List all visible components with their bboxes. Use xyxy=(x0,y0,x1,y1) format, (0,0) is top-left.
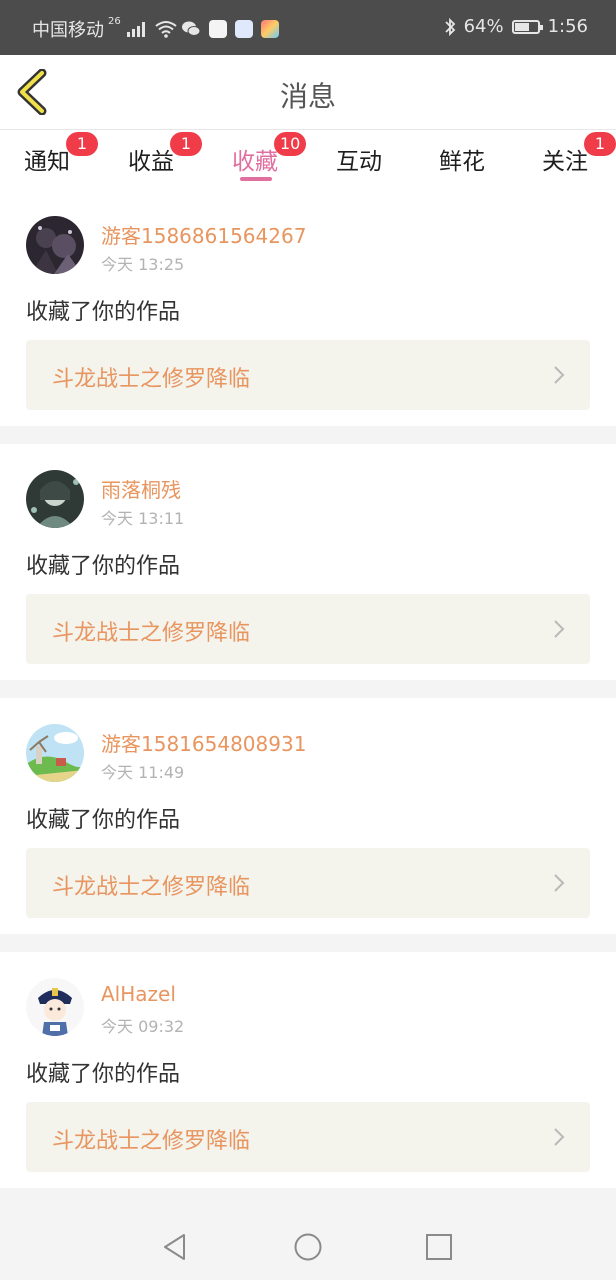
message-time: 今天 11:49 xyxy=(101,763,185,782)
tab-label: 关注 xyxy=(542,149,588,175)
username[interactable]: AlHazel xyxy=(101,982,176,1006)
header-bar: 消息 xyxy=(0,55,616,130)
signal-icon xyxy=(126,21,145,37)
app-notification-icon xyxy=(208,20,227,38)
carrier-label: 中国移动 xyxy=(32,20,104,41)
nav-home-icon[interactable] xyxy=(293,1232,323,1262)
tab-label: 通知 xyxy=(24,149,70,175)
battery-percent: 64% xyxy=(463,16,504,37)
work-link[interactable]: 斗龙战士之修罗降临 xyxy=(26,340,590,410)
message-card: 雨落桐残 今天 13:11 收藏了你的作品 斗龙战士之修罗降临 xyxy=(0,444,616,680)
message-time: 今天 09:32 xyxy=(101,1017,185,1036)
work-link[interactable]: 斗龙战士之修罗降临 xyxy=(26,848,590,918)
tab-label: 鲜花 xyxy=(439,149,485,175)
work-title: 斗龙战士之修罗降临 xyxy=(52,1129,251,1154)
tab-label: 收藏 xyxy=(232,149,278,175)
tab-interactions[interactable]: 互动 xyxy=(336,142,382,176)
unread-badge: 1 xyxy=(170,132,202,156)
user-avatar[interactable] xyxy=(26,724,84,782)
message-time: 今天 13:11 xyxy=(101,509,185,528)
network-type-label: 26 xyxy=(108,15,121,27)
username[interactable]: 游客1586861564267 xyxy=(101,220,306,249)
user-avatar[interactable] xyxy=(26,470,84,528)
unread-badge: 10 xyxy=(274,132,307,156)
username[interactable]: 游客1581654808931 xyxy=(101,728,306,757)
nav-back-icon[interactable] xyxy=(160,1232,190,1262)
active-tab-indicator xyxy=(240,177,272,181)
work-title: 斗龙战士之修罗降临 xyxy=(52,621,251,646)
system-navigation-bar xyxy=(0,1210,616,1280)
user-avatar[interactable] xyxy=(26,978,84,1036)
chevron-right-icon xyxy=(554,620,565,638)
tab-label: 收益 xyxy=(128,149,174,175)
username[interactable]: 雨落桐残 xyxy=(101,474,181,503)
message-tabs: 通知 1 收益 1 收藏 10 互动 鲜花 关注 1 xyxy=(0,130,616,190)
work-link[interactable]: 斗龙战士之修罗降临 xyxy=(26,1102,590,1172)
work-title: 斗龙战士之修罗降临 xyxy=(52,367,251,392)
work-title: 斗龙战士之修罗降临 xyxy=(52,875,251,900)
teal-anime-avatar-icon xyxy=(26,470,84,528)
message-text: 收藏了你的作品 xyxy=(26,1062,181,1087)
status-bar: 中国移动 26 64% 1:56 xyxy=(0,0,616,55)
work-link[interactable]: 斗龙战士之修罗降临 xyxy=(26,594,590,664)
chevron-right-icon xyxy=(554,874,565,892)
wifi-icon xyxy=(155,21,177,38)
message-text: 收藏了你的作品 xyxy=(26,554,181,579)
baidu-icon xyxy=(234,20,253,38)
message-card: AlHazel 今天 09:32 收藏了你的作品 斗龙战士之修罗降临 xyxy=(0,952,616,1188)
message-card: 游客1581654808931 今天 11:49 收藏了你的作品 斗龙战士之修罗… xyxy=(0,698,616,934)
clock: 1:56 xyxy=(547,16,588,37)
battery-icon xyxy=(511,19,543,34)
chevron-right-icon xyxy=(554,1128,565,1146)
message-time: 今天 13:25 xyxy=(101,255,185,274)
chevron-right-icon xyxy=(554,366,565,384)
tab-earnings[interactable]: 收益 1 xyxy=(128,132,202,176)
landscape-avatar-icon xyxy=(26,724,84,782)
user-avatar[interactable] xyxy=(26,216,84,274)
unread-badge: 1 xyxy=(66,132,98,156)
message-list: 游客1586861564267 今天 13:25 收藏了你的作品 斗龙战士之修罗… xyxy=(0,190,616,1206)
dark-anime-avatar-icon xyxy=(26,216,84,274)
wechat-icon xyxy=(181,21,201,36)
tab-favorites[interactable]: 收藏 10 xyxy=(232,132,307,176)
message-text: 收藏了你的作品 xyxy=(26,300,181,325)
nav-recents-icon[interactable] xyxy=(424,1232,454,1262)
tab-notifications[interactable]: 通知 1 xyxy=(24,132,98,176)
page-title: 消息 xyxy=(279,80,336,113)
unread-badge: 1 xyxy=(584,132,616,156)
bluetooth-icon xyxy=(444,17,455,36)
message-card: 游客1586861564267 今天 13:25 收藏了你的作品 斗龙战士之修罗… xyxy=(0,190,616,426)
tab-label: 互动 xyxy=(336,149,382,175)
tab-flowers[interactable]: 鲜花 xyxy=(439,142,485,176)
photo-app-icon xyxy=(260,20,279,38)
tab-follows[interactable]: 关注 1 xyxy=(542,132,616,176)
cartoon-character-avatar-icon xyxy=(26,978,84,1036)
message-text: 收藏了你的作品 xyxy=(26,808,181,833)
